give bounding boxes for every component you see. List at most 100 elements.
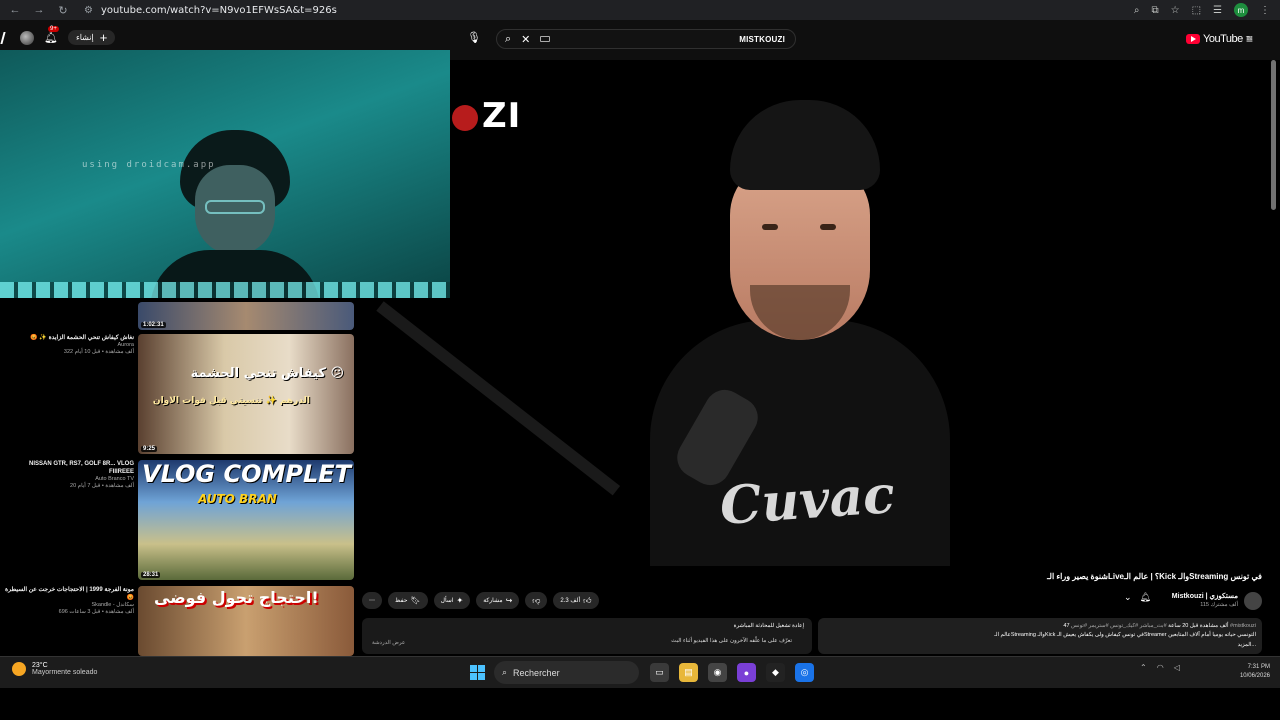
zoom-icon[interactable]: ⌕ [1134,5,1140,16]
youtube-logo[interactable]: YouTube TN [1186,33,1252,45]
thumbnail-text: VLOG COMPLET [142,460,352,488]
recommendations-list: 1:02:31 كيفاش تنحي الحشمة 😕 الدرهم ✨ تنس… [0,298,358,656]
like-button[interactable]: 2.3 ألف 👍︎ [553,592,599,609]
eye [762,224,778,230]
subscriber-count: 115 ألف مشترك [1200,602,1238,608]
save-button[interactable]: حفظ 🔖︎ [388,592,428,609]
address-bar[interactable]: ⚙ youtube.com/watch?v=N9vo1EFWsSA&t=926s [84,2,1104,18]
webcam-watermark: using droidcam.app [82,160,216,170]
weather-widget[interactable]: 23°C Mayormente soleado [12,662,97,676]
channel-name[interactable]: Auto Branco TV [4,476,134,483]
create-button[interactable]: إنشاء + [67,30,116,45]
search-input[interactable]: MISTKOUZI [739,35,785,44]
taskbar-search-placeholder: Rechercher [513,667,560,678]
install-icon[interactable]: ⧉ [1151,5,1158,16]
voice-search-icon[interactable]: 🎙︎ [467,31,481,44]
video-frame-person: Cuvac [630,90,970,566]
channel-name-main[interactable]: Mistkouzi | مستكوزي [1172,592,1238,600]
thumbnail-text: كيفاش تنحي الحشمة 😕 [190,366,344,381]
video-watermark: ZI [452,96,521,136]
keyboard-icon[interactable] [540,36,551,42]
video-title[interactable]: مونة الفرجة 1999 | الاحتجاجات خرجت عن ال… [4,586,134,602]
chat-replay-link[interactable]: عرض الدردشة [372,640,405,646]
search-icon[interactable]: ⌕ [505,33,511,46]
recommendation-item[interactable]: 1:02:31 [0,302,358,330]
clock-date: 10/06/2026 [1239,673,1270,679]
bookmark-icon: 🔖︎ [410,596,421,605]
browser-menu-icon[interactable]: ⋮ [1260,5,1270,16]
tab-search-icon[interactable]: ☰ [1213,5,1222,16]
extensions-icon[interactable]: ⬚ [1192,5,1201,16]
thumbnail-text: احتجاج تحول فوضى! [154,588,319,607]
wifi-icon[interactable]: ◠ [1157,663,1164,672]
bookmark-star-icon[interactable]: ☆ [1171,5,1180,16]
video-stats: 20 ألف مشاهدة • قبل 7 أيام [70,483,134,489]
profile-avatar[interactable]: m [1234,3,1248,17]
pinned-apps: ▭ ▤ ◉ ● ◆ ◎ [650,663,814,682]
browser-toolbar: ← → ↻ ⚙ youtube.com/watch?v=N9vo1EFWsSA&… [0,0,1280,20]
letterbox-bottom [0,688,1280,720]
media-app-icon[interactable]: ● [737,663,756,682]
scrollbar-thumb[interactable] [1271,60,1276,210]
channel-avatar[interactable] [1244,592,1262,610]
masthead-right-group: 🔔︎ 9+ إنشاء + [0,26,116,45]
volume-icon[interactable]: ◁ [1174,663,1180,672]
description-stats: 47 ألف مشاهدة قبل 20 ساعة #بث_مباشر #كيك… [1063,623,1256,629]
system-clock[interactable]: 7:31 PM 10/06/2026 [1222,663,1270,681]
clear-search-icon[interactable]: ✕ [521,33,530,46]
more-actions-button[interactable]: ⋯ [362,592,382,609]
video-stats: 696 ألف مشاهدة • قبل 3 ساعات [58,609,134,615]
channel-name[interactable]: Skandle - سكاندل [4,602,134,609]
video-thumbnail[interactable]: احتجاج تحول فوضى! [138,586,354,656]
description-text: عالم الـStreaming والـKick في تونس كيفاش… [994,632,1256,638]
live-chat-replay-card[interactable]: إعادة تشغيل للمحادثة المباشرة تعرّف على … [362,618,812,654]
mouse-cursor [0,31,12,44]
eye [820,224,836,230]
ask-button[interactable]: اسأل ✦ [433,592,471,609]
chevron-up-icon[interactable]: ⌃ [1140,663,1147,672]
page-scrollbar[interactable] [1270,28,1278,654]
windows-start-icon[interactable] [470,665,485,680]
video-thumbnail[interactable]: 1:02:31 [138,302,354,330]
recommendation-item[interactable]: VLOG COMPLET AUTO BRAN 28:31 NISSAN GTR,… [0,460,358,580]
video-title[interactable]: NISSAN GTR, RS7, GOLF 8R... VLOG FIIIREE… [4,460,134,476]
hamburger-menu-icon[interactable]: ≡ [1246,32,1253,46]
duration-badge: 9:25 [141,446,158,452]
sparkle-icon: ✦ [456,596,464,605]
github-icon[interactable]: ◉ [708,663,727,682]
task-view-icon[interactable]: ▭ [650,663,669,682]
back-icon[interactable]: ← [8,4,22,17]
temperature: 23°C [32,662,48,669]
video-thumbnail[interactable]: كيفاش تنحي الحشمة 😕 الدرهم ✨ تنسيتي قبل … [138,334,354,454]
video-meta: 😡 ✨ نغاش كيفاش تنحي الحشمة الزايدة Auror… [4,334,134,356]
forward-icon[interactable]: → [32,4,46,17]
video-title[interactable]: 😡 ✨ نغاش كيفاش تنحي الحشمة الزايدة [4,334,134,342]
description-box[interactable]: 47 ألف مشاهدة قبل 20 ساعة #بث_مباشر #كيك… [818,618,1262,654]
reload-icon[interactable]: ↻ [56,4,70,17]
video-stats: 322 ألف مشاهدة • قبل 10 أيام [63,349,134,355]
cap [730,100,880,190]
app-icon[interactable]: ◆ [766,663,785,682]
video-actions: ⋯ حفظ 🔖︎ اسأل ✦ مشاركة ↪ 👎︎ 2.3 ألف 👍︎ [362,592,599,609]
taskbar-search[interactable]: ⌕ Rechercher [494,661,639,684]
search-bar[interactable]: ⌕ ✕ MISTKOUZI [496,29,796,49]
dislike-button[interactable]: 👎︎ [525,592,548,609]
chrome-icon[interactable]: ◎ [795,663,814,682]
chat-replay-body: تعرّف على ما علّقه الآخرون على هذا الفيد… [671,638,792,644]
file-explorer-icon[interactable]: ▤ [679,663,698,682]
clock-time: 7:31 PM [1247,664,1270,670]
channel-owner[interactable]: Mistkouzi | مستكوزي 115 ألف مشترك [1120,590,1262,612]
share-button[interactable]: مشاركة ↪ [476,592,520,609]
recommendation-item[interactable]: كيفاش تنحي الحشمة 😕 الدرهم ✨ تنسيتي قبل … [0,334,358,454]
webcam-person-glasses [205,200,265,214]
notifications-bell-icon[interactable]: 🔔︎ 9+ [44,26,59,44]
channel-name[interactable]: Aurora [4,342,134,349]
youtube-play-icon [1186,34,1200,44]
video-meta: NISSAN GTR, RS7, GOLF 8R... VLOG FIIIREE… [4,460,134,490]
description-more[interactable]: المزيد... [1238,642,1256,648]
video-player[interactable]: ZI Cuvac [360,60,1265,566]
video-thumbnail[interactable]: VLOG COMPLET AUTO BRAN 28:31 [138,460,354,580]
account-avatar[interactable] [20,30,34,45]
site-info-icon[interactable]: ⚙ [84,5,93,16]
recommendation-item[interactable]: احتجاج تحول فوضى! مونة الفرجة 1999 | الا… [0,586,358,656]
